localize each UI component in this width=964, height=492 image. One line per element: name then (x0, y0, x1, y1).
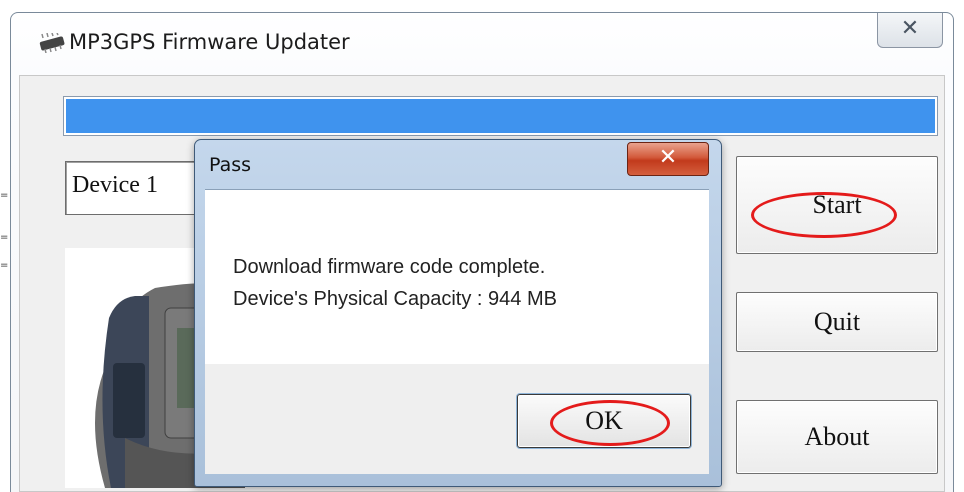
quit-button[interactable]: Quit (736, 292, 938, 352)
chip-icon (39, 33, 65, 53)
ok-button[interactable]: OK (517, 394, 691, 448)
edge-artifact: = (0, 232, 9, 243)
dialog-close-button[interactable]: ✕ (627, 142, 709, 176)
window-close-button[interactable]: ✕ (877, 13, 943, 48)
about-button[interactable]: About (736, 400, 938, 474)
dialog-message-line2: Device's Physical Capacity : 944 MB (233, 288, 557, 310)
close-icon: ✕ (658, 145, 678, 170)
dialog-message-area: Download firmware code complete. Device'… (205, 189, 709, 365)
progress-bar (63, 96, 938, 136)
dialog-title: Pass (209, 154, 252, 176)
start-button[interactable]: Start (736, 156, 938, 254)
device-field-value: Device 1 (72, 172, 158, 198)
dialog-footer: OK (205, 364, 709, 474)
title-bar[interactable]: MP3GPS Firmware Updater ✕ (11, 13, 953, 75)
edge-artifact: = (0, 260, 9, 271)
dialog-message-line1: Download firmware code complete. (233, 256, 546, 278)
pass-dialog: Pass ✕ Download firmware code complete. … (194, 139, 722, 487)
edge-artifact: = (0, 190, 9, 201)
window-title: MP3GPS Firmware Updater (69, 30, 350, 54)
close-icon: ✕ (900, 16, 920, 41)
